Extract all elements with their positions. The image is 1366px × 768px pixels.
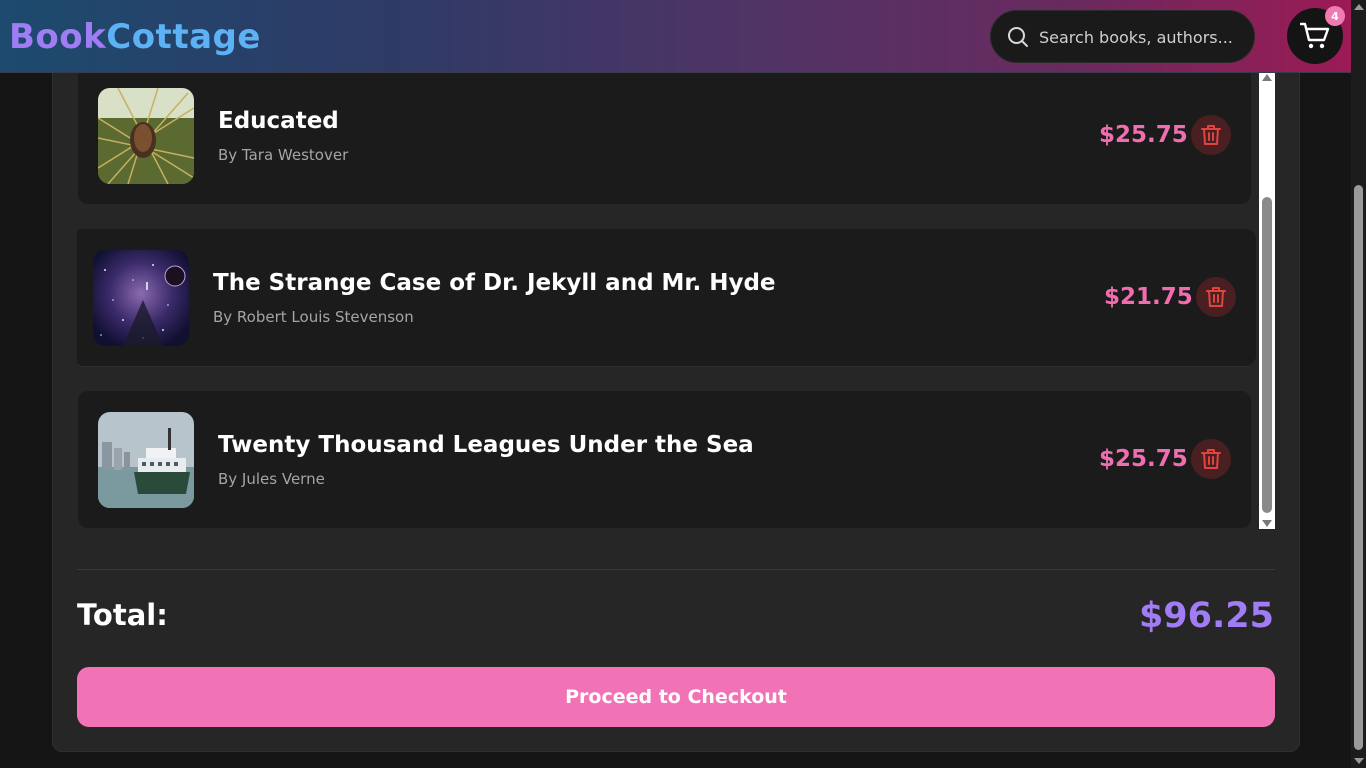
cart-button[interactable]: 4 bbox=[1287, 6, 1345, 64]
book-author: By Jules Verne bbox=[218, 470, 325, 488]
book-cover-image bbox=[98, 412, 194, 508]
cart-item: The Strange Case of Dr. Jekyll and Mr. H… bbox=[77, 229, 1256, 366]
proceed-to-checkout-button[interactable]: Proceed to Checkout bbox=[77, 667, 1275, 727]
page-scrollbar[interactable] bbox=[1351, 0, 1366, 768]
book-price: $25.75 bbox=[1099, 446, 1188, 472]
book-cover-image bbox=[98, 88, 194, 184]
book-cover-image bbox=[93, 250, 189, 346]
logo-text-cottage: Cottage bbox=[106, 17, 261, 57]
page-scroll-down-arrow-icon[interactable] bbox=[1354, 758, 1364, 764]
total-value: $96.25 bbox=[1138, 596, 1274, 636]
book-title: Twenty Thousand Leagues Under the Sea bbox=[218, 432, 754, 458]
remove-item-button[interactable] bbox=[1191, 115, 1231, 155]
divider bbox=[77, 569, 1275, 570]
remove-item-button[interactable] bbox=[1196, 277, 1236, 317]
cart-items-list[interactable]: Educated By Tara Westover $25.75 The Str… bbox=[77, 73, 1275, 529]
search-input[interactable] bbox=[1039, 23, 1244, 51]
logo-text-book: Book bbox=[9, 17, 107, 57]
page-scrollbar-thumb[interactable] bbox=[1354, 185, 1363, 750]
trash-icon bbox=[1206, 287, 1226, 307]
remove-item-button[interactable] bbox=[1191, 439, 1231, 479]
cart-item: Educated By Tara Westover $25.75 bbox=[78, 73, 1251, 204]
search-icon bbox=[1008, 27, 1028, 47]
book-author: By Tara Westover bbox=[218, 146, 349, 164]
scroll-down-arrow-icon[interactable] bbox=[1262, 520, 1272, 527]
top-navbar: BookCottage 4 bbox=[0, 0, 1351, 73]
scrollbar-thumb[interactable] bbox=[1262, 197, 1272, 513]
book-price: $25.75 bbox=[1099, 122, 1188, 148]
trash-icon bbox=[1201, 449, 1221, 469]
book-price: $21.75 bbox=[1104, 284, 1193, 310]
book-title: The Strange Case of Dr. Jekyll and Mr. H… bbox=[213, 270, 776, 296]
scroll-up-arrow-icon[interactable] bbox=[1262, 74, 1272, 81]
page-scroll-up-arrow-icon[interactable] bbox=[1354, 4, 1364, 10]
cart-list-scrollbar[interactable] bbox=[1259, 73, 1275, 529]
cart-item: Twenty Thousand Leagues Under the Sea By… bbox=[78, 391, 1251, 528]
site-logo[interactable]: BookCottage bbox=[9, 17, 261, 57]
cart-icon bbox=[1300, 22, 1330, 49]
book-author: By Robert Louis Stevenson bbox=[213, 308, 414, 326]
book-title: Educated bbox=[218, 108, 339, 134]
trash-icon bbox=[1201, 125, 1221, 145]
total-label: Total: bbox=[77, 598, 168, 632]
cart-count-badge: 4 bbox=[1325, 6, 1345, 26]
search-bar[interactable] bbox=[990, 10, 1255, 63]
